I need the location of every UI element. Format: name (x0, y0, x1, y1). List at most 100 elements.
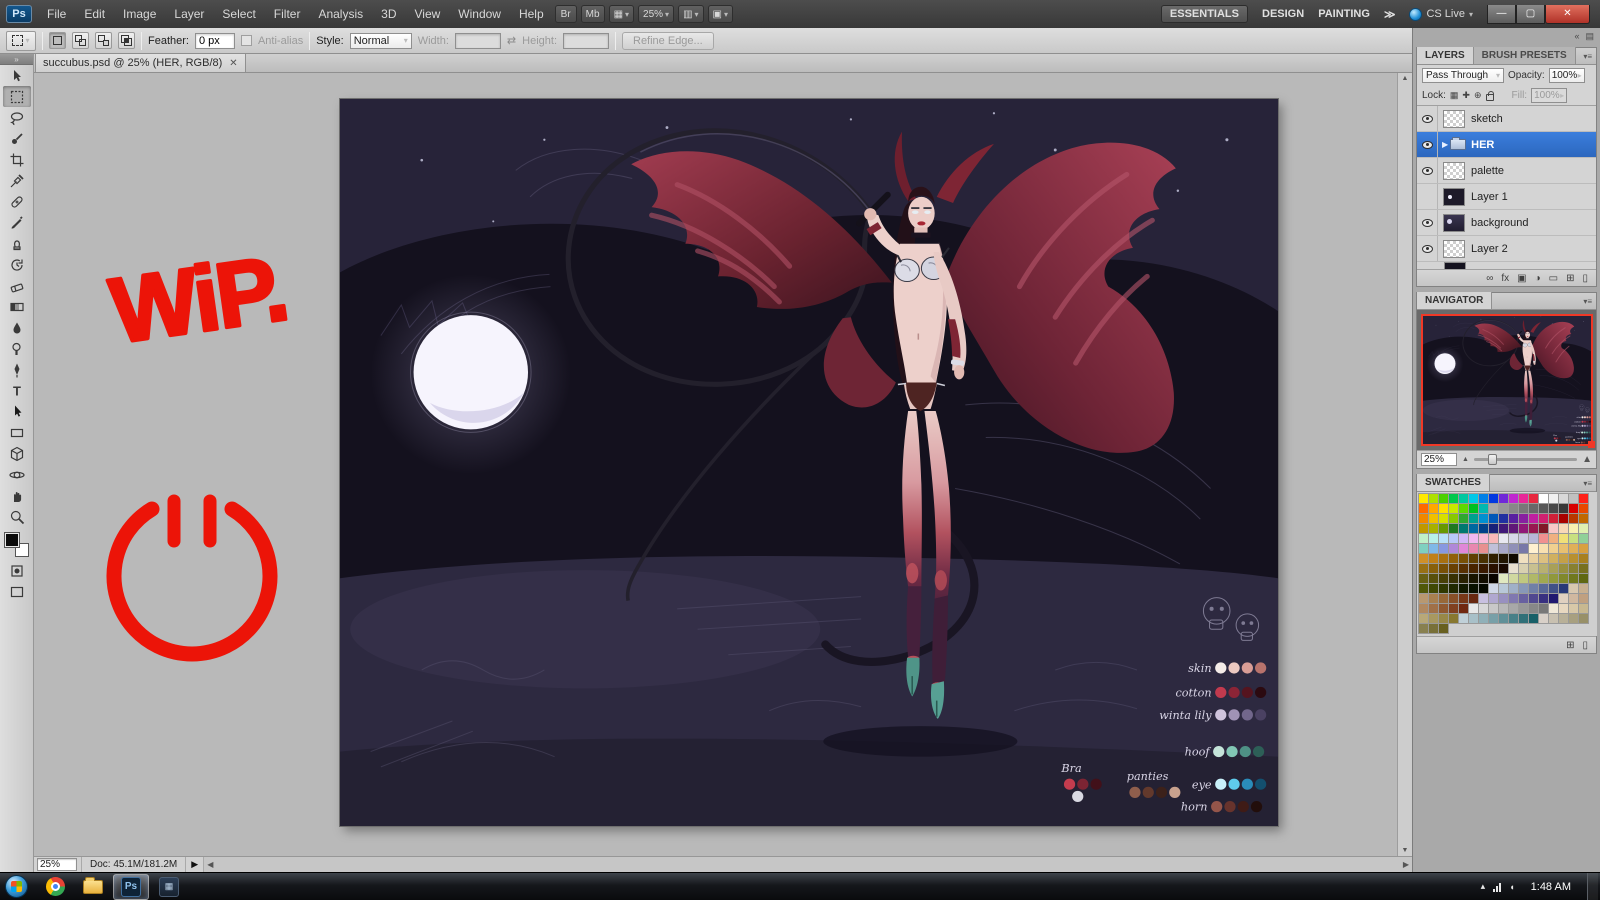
bridge-button[interactable]: Br (554, 5, 577, 23)
selection-intersect-button[interactable] (118, 32, 135, 49)
layer-row[interactable]: sketch (1417, 106, 1596, 132)
crop-tool[interactable] (3, 149, 31, 170)
start-button[interactable] (5, 875, 28, 898)
scroll-left-icon[interactable]: ◀ (207, 860, 213, 869)
tray-expand-icon[interactable]: ▴ (1481, 881, 1486, 892)
network-icon[interactable] (1493, 882, 1502, 892)
taskbar-app-button[interactable]: ▦ (151, 874, 187, 900)
arrange-documents-button[interactable]: ▥ ▾ (678, 5, 704, 23)
foreground-color-chip[interactable] (3, 532, 20, 548)
lock-transparency-icon[interactable]: ▦ (1450, 90, 1459, 101)
marquee-tool[interactable] (2, 86, 31, 107)
tab-layers[interactable]: LAYERS (1417, 47, 1474, 64)
width-input[interactable] (454, 32, 501, 49)
taskbar-photoshop-button[interactable]: Ps (113, 873, 149, 900)
3d-orbit-tool[interactable] (3, 464, 31, 485)
lock-pixels-icon[interactable]: ✚ (1462, 90, 1470, 101)
zoom-level-control[interactable]: 25% ▾ (638, 5, 675, 23)
blur-tool[interactable] (3, 317, 31, 338)
visibility-toggle[interactable] (1417, 158, 1438, 183)
panel-menu-icon[interactable]: ▾≡ (1579, 479, 1596, 488)
menu-item[interactable]: File (38, 0, 75, 28)
history-brush-tool[interactable] (3, 254, 31, 275)
quick-mask-button[interactable] (3, 560, 31, 581)
clone-stamp-tool[interactable] (3, 233, 31, 254)
opacity-field[interactable]: 100% ▸ (1548, 68, 1585, 83)
color-swatch[interactable] (1578, 613, 1589, 624)
show-desktop-button[interactable] (1587, 873, 1598, 900)
panel-menu-icon[interactable]: ▾≡ (1579, 52, 1596, 61)
lasso-tool[interactable] (3, 107, 31, 128)
close-button[interactable]: ✕ (1545, 4, 1590, 24)
new-layer-icon[interactable]: ⊞ (1566, 273, 1574, 284)
visibility-toggle[interactable] (1417, 132, 1438, 157)
visibility-toggle[interactable] (1417, 106, 1438, 131)
navigator-thumbnail[interactable] (1420, 314, 1595, 448)
height-input[interactable] (563, 32, 609, 49)
volume-icon[interactable]: ◖ (1509, 882, 1514, 892)
dodge-tool[interactable] (3, 338, 31, 359)
layer-row[interactable]: Layer 1 (1417, 184, 1596, 210)
workspace-essentials[interactable]: ESSENTIALS (1160, 5, 1248, 23)
style-select[interactable]: Normal ▾ (349, 32, 412, 49)
toolbar-grip[interactable]: » (0, 54, 33, 65)
screen-mode-button[interactable]: ▣ ▾ (707, 5, 733, 23)
zoom-in-mountain-icon[interactable]: ▲ (1582, 454, 1592, 465)
dock-menu-icon[interactable]: ▤ (1585, 31, 1594, 42)
canvas-artwork[interactable]: skin cotton winta lily hoof eye horn Bra (340, 99, 1278, 826)
layer-thumbnail[interactable] (1443, 213, 1465, 232)
scroll-up-icon[interactable]: ▲ (1402, 75, 1409, 82)
path-selection-tool[interactable] (3, 401, 31, 422)
menu-item[interactable]: Edit (75, 0, 114, 28)
lock-position-icon[interactable]: ⊕ (1474, 90, 1482, 101)
foreground-background-colors[interactable] (3, 532, 30, 558)
layer-thumbnail[interactable] (1443, 187, 1465, 206)
menu-item[interactable]: Select (213, 0, 264, 28)
layer-row-partial[interactable] (1417, 262, 1596, 269)
fill-field[interactable]: 100% ▸ (1531, 88, 1568, 103)
delete-layer-icon[interactable]: ▯ (1582, 273, 1588, 284)
canvas-pasteboard[interactable]: skin cotton winta lily hoof eye horn Bra (34, 73, 1397, 856)
shape-tool[interactable] (3, 422, 31, 443)
navigator-zoom-slider[interactable] (1473, 454, 1578, 465)
refine-edge-button[interactable]: Refine Edge... (622, 31, 714, 50)
eyedropper-tool[interactable] (3, 170, 31, 191)
view-extras-button[interactable]: ▦ ▾ (608, 5, 635, 23)
layer-thumbnail[interactable] (1443, 239, 1465, 258)
navigator-view-box[interactable] (1420, 314, 1593, 446)
layer-row[interactable]: palette (1417, 158, 1596, 184)
selection-subtract-button[interactable] (95, 32, 112, 49)
minibridge-button[interactable]: Mb (580, 5, 605, 23)
feather-input[interactable] (194, 32, 235, 49)
slider-knob[interactable] (1488, 454, 1498, 465)
layer-row[interactable]: background (1417, 210, 1596, 236)
delete-swatch-icon[interactable]: ▯ (1582, 640, 1588, 651)
menu-item[interactable]: Layer (165, 0, 213, 28)
menu-item[interactable]: Image (114, 0, 165, 28)
tab-close-icon[interactable]: ✕ (229, 58, 237, 69)
vertical-scrollbar[interactable]: ▲ ▼ (1397, 73, 1412, 856)
minimize-button[interactable]: — (1487, 4, 1516, 24)
zoom-tool[interactable] (3, 506, 31, 527)
cs-live-button[interactable]: CS Live ▾ (1409, 7, 1473, 21)
maximize-button[interactable]: ▢ (1516, 4, 1545, 24)
layer-row[interactable]: Layer 2 (1417, 236, 1596, 262)
current-tool-button[interactable]: ▾ (6, 30, 36, 51)
navigator-zoom-field[interactable]: 25% (1421, 453, 1457, 466)
menu-item[interactable]: Filter (265, 0, 310, 28)
healing-brush-tool[interactable] (3, 191, 31, 212)
taskbar-explorer-button[interactable] (75, 874, 111, 900)
lock-all-icon[interactable] (1485, 90, 1494, 101)
layer-row-selected[interactable]: ▶ HER (1417, 132, 1596, 158)
blend-mode-select[interactable]: Pass Through ▾ (1422, 68, 1504, 83)
pen-tool[interactable] (3, 359, 31, 380)
antialias-checkbox[interactable] (240, 35, 252, 46)
menu-item[interactable]: Help (510, 0, 553, 28)
selection-new-button[interactable] (49, 32, 66, 49)
horizontal-scrollbar[interactable]: ◀ ▶ (203, 857, 1412, 872)
scroll-right-icon[interactable]: ▶ (1403, 860, 1409, 869)
menu-item[interactable]: Window (449, 0, 510, 28)
new-swatch-icon[interactable]: ⊞ (1566, 640, 1574, 651)
new-group-icon[interactable]: ▭ (1549, 273, 1558, 284)
taskbar-clock[interactable]: 1:48 AM (1523, 881, 1579, 893)
